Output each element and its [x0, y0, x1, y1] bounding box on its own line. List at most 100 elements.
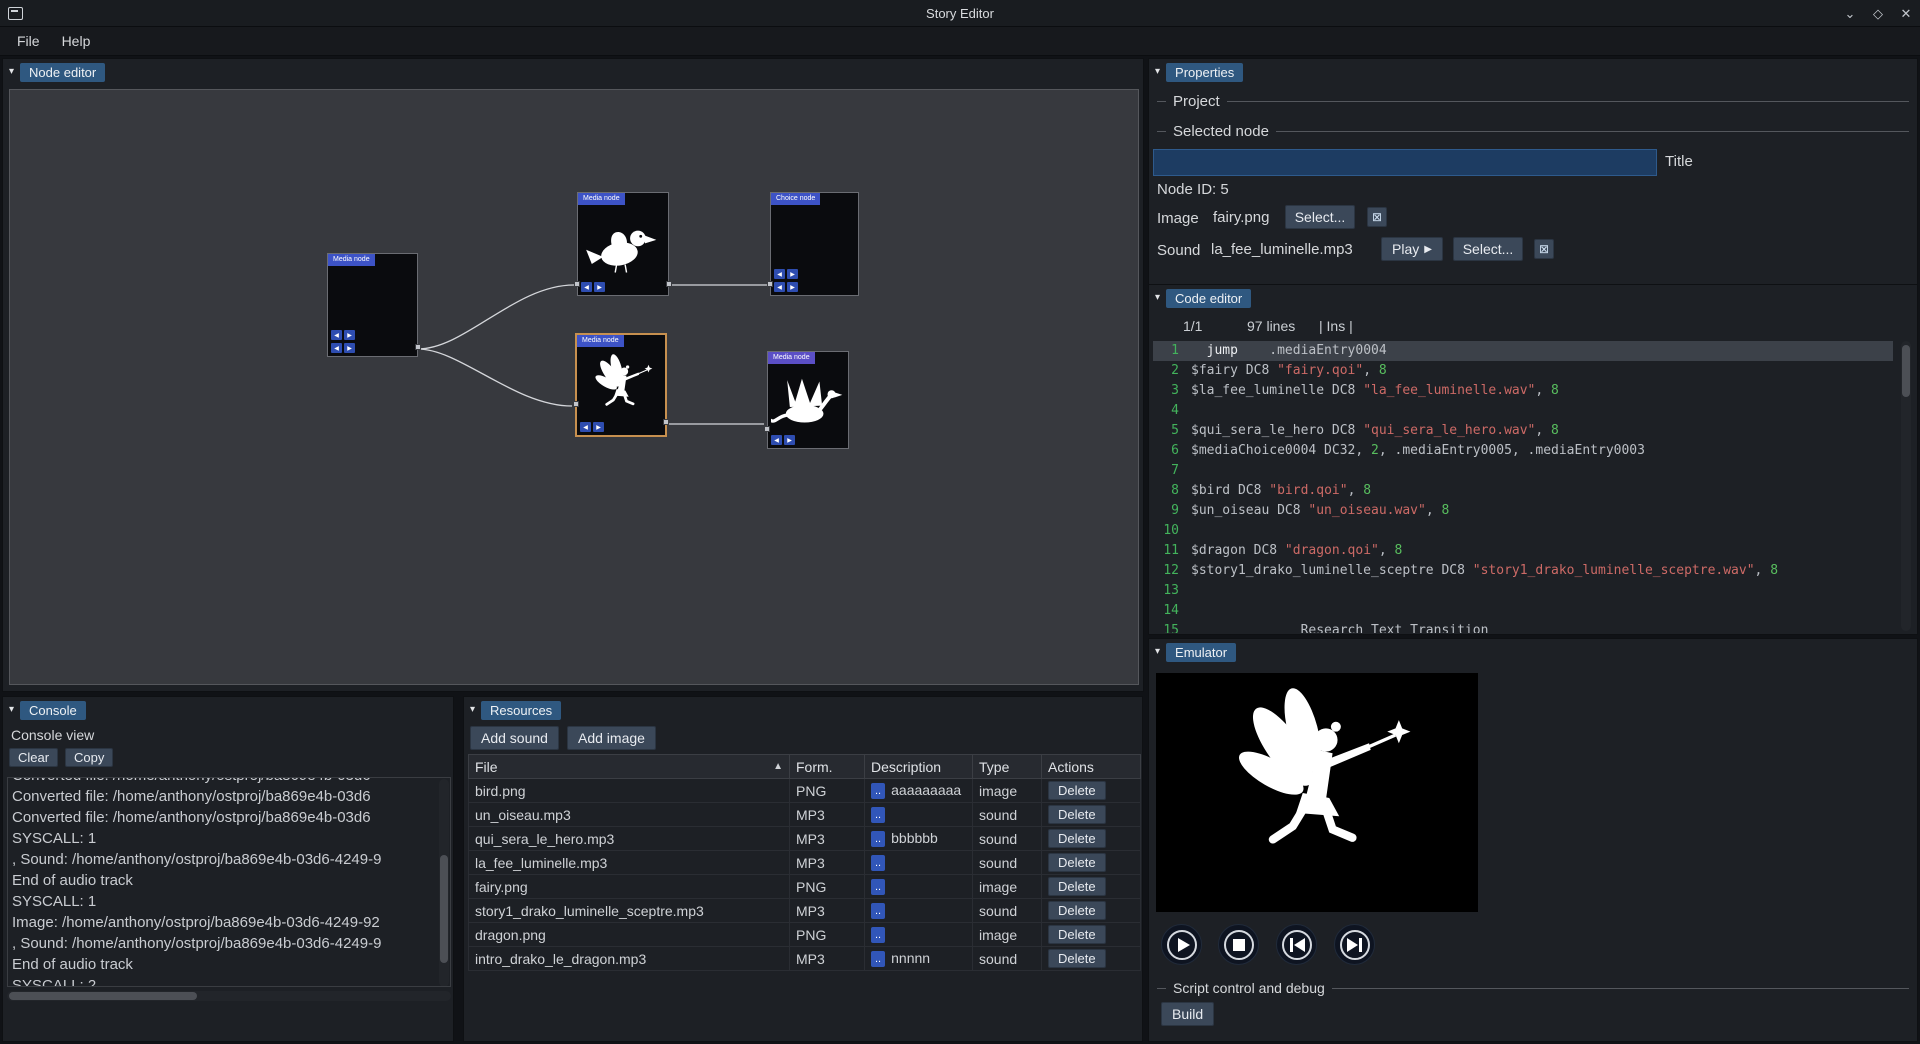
node-input-pin[interactable] — [767, 281, 773, 287]
code-line[interactable]: 13 — [1153, 581, 1893, 601]
sound-select-button[interactable]: Select... — [1453, 237, 1523, 261]
menu-help[interactable]: Help — [51, 29, 102, 53]
title-input[interactable] — [1153, 149, 1657, 176]
node-media-intro[interactable]: Media node ◀ ▶ ◀ ▶ — [327, 253, 418, 357]
emulator-stop-button[interactable] — [1218, 924, 1259, 965]
next-sound-button[interactable]: ▶ — [344, 343, 355, 353]
next-option-button[interactable]: ▶ — [787, 282, 798, 292]
resource-row[interactable]: fairy.pngPNG..imageDelete — [469, 875, 1141, 899]
console-copy-button[interactable]: Copy — [65, 748, 113, 767]
edit-description-button[interactable]: .. — [871, 951, 885, 967]
resource-row[interactable]: intro_drako_le_dragon.mp3MP3..nnnnnsound… — [469, 947, 1141, 971]
sound-play-button[interactable]: Play ▶ — [1381, 237, 1443, 261]
column-header-actions[interactable]: Actions — [1042, 755, 1141, 779]
node-canvas[interactable]: Media node ◀ ▶ ◀ ▶ Media node ◀ ▶ Choi — [9, 89, 1139, 685]
delete-button[interactable]: Delete — [1048, 901, 1106, 920]
code-line[interactable]: 5$qui_sera_le_hero DC8 "qui_sera_le_hero… — [1153, 421, 1893, 441]
code-line[interactable]: 3$la_fee_luminelle DC8 "la_fee_luminelle… — [1153, 381, 1893, 401]
maximize-button[interactable]: ◇ — [1870, 6, 1886, 22]
collapse-icon[interactable]: ▾ — [1155, 67, 1160, 77]
console-horizontal-scrollbar[interactable] — [7, 991, 451, 1001]
node-output-pin[interactable] — [415, 344, 421, 350]
prev-media-button[interactable]: ◀ — [581, 282, 592, 292]
delete-button[interactable]: Delete — [1048, 805, 1106, 824]
edit-description-button[interactable]: .. — [871, 783, 885, 799]
node-output-pin[interactable] — [666, 281, 672, 287]
prev-media-button[interactable]: ◀ — [771, 435, 782, 445]
code-area[interactable]: 1 jump .mediaEntry00042$fairy DC8 "fairy… — [1153, 341, 1893, 633]
next-media-button[interactable]: ▶ — [784, 435, 795, 445]
add-image-button[interactable]: Add image — [567, 726, 656, 750]
edit-description-button[interactable]: .. — [871, 927, 885, 943]
node-input-pin[interactable] — [573, 401, 579, 407]
image-clear-button[interactable]: ⊠ — [1367, 207, 1387, 227]
code-line[interactable]: 6$mediaChoice0004 DC32, 2, .mediaEntry00… — [1153, 441, 1893, 461]
prev-option-button[interactable]: ◀ — [774, 282, 785, 292]
collapse-icon[interactable]: ▾ — [9, 67, 14, 77]
delete-button[interactable]: Delete — [1048, 877, 1106, 896]
close-button[interactable]: ✕ — [1898, 6, 1914, 22]
console-log-area[interactable]: Converted file: /home/anthony/ostproj/ba… — [7, 777, 451, 987]
column-header-file[interactable]: File ▲ — [469, 755, 790, 779]
edit-description-button[interactable]: .. — [871, 855, 885, 871]
console-clear-button[interactable]: Clear — [9, 748, 58, 767]
code-line[interactable]: 9$un_oiseau DC8 "un_oiseau.wav", 8 — [1153, 501, 1893, 521]
column-header-form[interactable]: Form. — [790, 755, 865, 779]
emulator-previous-button[interactable] — [1276, 924, 1317, 965]
add-sound-button[interactable]: Add sound — [470, 726, 559, 750]
emulator-next-button[interactable] — [1334, 924, 1375, 965]
collapse-icon[interactable]: ▾ — [1155, 647, 1160, 657]
scrollbar-thumb[interactable] — [440, 855, 448, 963]
edit-description-button[interactable]: .. — [871, 807, 885, 823]
sound-clear-button[interactable]: ⊠ — [1534, 239, 1554, 259]
scrollbar-thumb[interactable] — [1902, 345, 1910, 397]
node-input-pin[interactable] — [574, 281, 580, 287]
resource-row[interactable]: dragon.pngPNG..imageDelete — [469, 923, 1141, 947]
resource-row[interactable]: story1_drako_luminelle_sceptre.mp3MP3..s… — [469, 899, 1141, 923]
edit-description-button[interactable]: .. — [871, 903, 885, 919]
node-input-pin[interactable] — [764, 426, 770, 432]
code-line[interactable]: 10 — [1153, 521, 1893, 541]
code-line[interactable]: 14 — [1153, 601, 1893, 621]
image-select-button[interactable]: Select... — [1285, 205, 1355, 229]
menu-file[interactable]: File — [6, 29, 51, 53]
edit-description-button[interactable]: .. — [871, 879, 885, 895]
node-media-bird[interactable]: Media node ◀ ▶ — [577, 192, 669, 296]
resource-row[interactable]: la_fee_luminelle.mp3MP3..soundDelete — [469, 851, 1141, 875]
code-line[interactable]: 7 — [1153, 461, 1893, 481]
resource-row[interactable]: qui_sera_le_hero.mp3MP3..bbbbbbsoundDele… — [469, 827, 1141, 851]
resource-row[interactable]: un_oiseau.mp3MP3..soundDelete — [469, 803, 1141, 827]
collapse-icon[interactable]: ▾ — [9, 705, 14, 715]
node-choice[interactable]: Choice node ◀ ▶ ◀ ▶ — [770, 192, 859, 296]
prev-option-button[interactable]: ◀ — [774, 269, 785, 279]
edit-description-button[interactable]: .. — [871, 831, 885, 847]
next-media-button[interactable]: ▶ — [594, 282, 605, 292]
next-media-button[interactable]: ▶ — [344, 330, 355, 340]
resource-row[interactable]: bird.pngPNG..aaaaaaaaaimageDelete — [469, 779, 1141, 803]
minimize-button[interactable]: ⌄ — [1842, 6, 1858, 22]
collapse-icon[interactable]: ▾ — [470, 705, 475, 715]
prev-media-button[interactable]: ◀ — [580, 422, 591, 432]
code-line[interactable]: 2$fairy DC8 "fairy.qoi", 8 — [1153, 361, 1893, 381]
prev-sound-button[interactable]: ◀ — [331, 343, 342, 353]
build-button[interactable]: Build — [1161, 1002, 1214, 1026]
next-media-button[interactable]: ▶ — [593, 422, 604, 432]
code-scrollbar[interactable] — [1901, 341, 1911, 631]
node-media-dragon[interactable]: Media node ◀ ▶ — [767, 351, 849, 449]
emulator-play-button[interactable] — [1161, 924, 1202, 965]
prev-media-button[interactable]: ◀ — [331, 330, 342, 340]
delete-button[interactable]: Delete — [1048, 781, 1106, 800]
scrollbar-thumb[interactable] — [9, 992, 197, 1000]
next-option-button[interactable]: ▶ — [787, 269, 798, 279]
code-line[interactable]: 4 — [1153, 401, 1893, 421]
console-vertical-scrollbar[interactable] — [439, 779, 449, 987]
code-line[interactable]: 1 jump .mediaEntry0004 — [1153, 341, 1893, 361]
column-header-type[interactable]: Type — [973, 755, 1042, 779]
column-header-description[interactable]: Description — [865, 755, 973, 779]
code-line[interactable]: 15 Research Text Transition — [1153, 621, 1893, 633]
code-line[interactable]: 12$story1_drako_luminelle_sceptre DC8 "s… — [1153, 561, 1893, 581]
delete-button[interactable]: Delete — [1048, 853, 1106, 872]
node-output-pin[interactable] — [663, 419, 669, 425]
delete-button[interactable]: Delete — [1048, 925, 1106, 944]
delete-button[interactable]: Delete — [1048, 829, 1106, 848]
